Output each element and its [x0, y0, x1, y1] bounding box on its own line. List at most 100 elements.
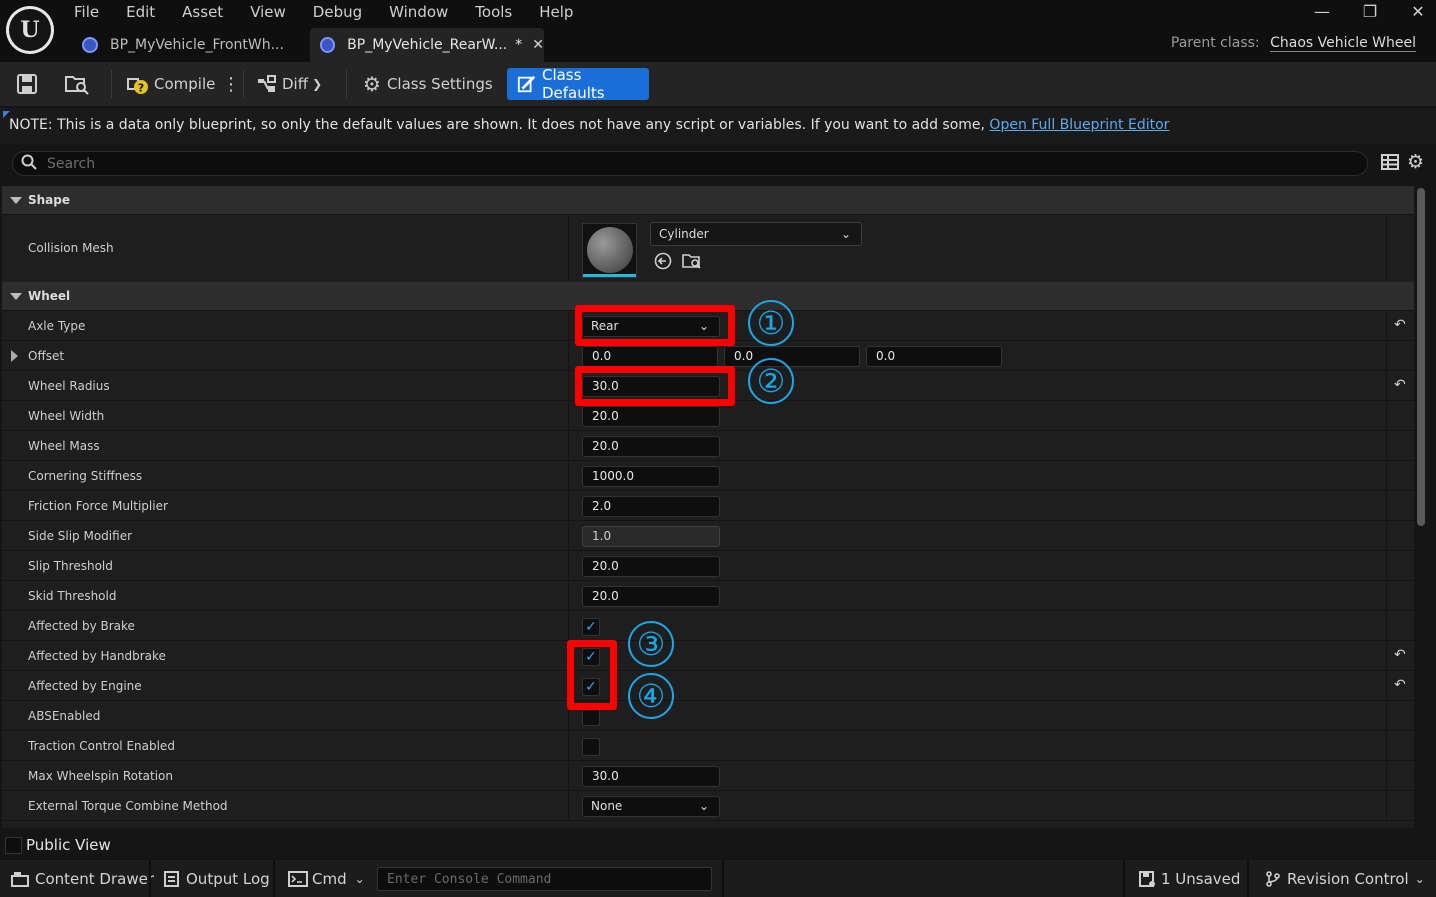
- public-view-checkbox[interactable]: [5, 837, 22, 854]
- property-label: Traction Control Enabled: [28, 739, 175, 753]
- wheel-width-field[interactable]: 20.0: [582, 406, 720, 427]
- property-label: Axle Type: [28, 319, 86, 333]
- collision-mesh-dropdown[interactable]: Cylinder ⌄: [650, 222, 862, 246]
- unreal-logo-icon[interactable]: U: [6, 6, 54, 54]
- row-max-wheelspin-rotation: Max Wheelspin Rotation 30.0: [2, 760, 1414, 790]
- minimize-icon[interactable]: —: [1314, 2, 1330, 21]
- search-input[interactable]: [47, 155, 1247, 172]
- category-shape[interactable]: Shape: [2, 186, 1414, 214]
- category-label: Wheel: [28, 289, 71, 303]
- traction-control-enabled-checkbox[interactable]: [582, 738, 600, 756]
- browse-button[interactable]: [64, 68, 90, 100]
- compile-button[interactable]: ? Compile: [126, 68, 215, 100]
- expand-arrow-icon[interactable]: [11, 350, 18, 362]
- terminal-icon: [288, 871, 308, 887]
- tab-front-wheel[interactable]: BP_MyVehicle_FrontWh...: [72, 28, 304, 62]
- property-label: Affected by Handbrake: [28, 649, 166, 663]
- modified-indicator: *: [515, 37, 523, 53]
- collapse-arrow-icon[interactable]: [10, 197, 22, 204]
- external-torque-combine-method-dropdown[interactable]: None ⌄: [582, 796, 720, 817]
- menu-help[interactable]: Help: [539, 2, 573, 24]
- content-drawer-icon: [11, 872, 29, 887]
- status-bar: Content Drawer Output Log Cmd ⌄ 1 Unsave…: [0, 859, 1436, 897]
- friction-force-multiplier-field[interactable]: 2.0: [582, 496, 720, 517]
- class-defaults-button[interactable]: Class Defaults: [507, 66, 649, 102]
- details-panel: Shape Collision Mesh Cylinder ⌄ Wheel Ax…: [2, 186, 1414, 828]
- content-drawer-button[interactable]: Content Drawer: [10, 860, 154, 897]
- reset-to-default-icon[interactable]: ↶: [1394, 647, 1406, 663]
- reset-to-default-icon[interactable]: ↶: [1394, 677, 1406, 693]
- browse-asset-icon[interactable]: [682, 252, 702, 274]
- collapse-arrow-icon[interactable]: [10, 293, 22, 300]
- offset-y-field[interactable]: 0.0: [724, 346, 860, 367]
- mesh-tools: [654, 252, 702, 274]
- unsaved-button[interactable]: 1 Unsaved: [1138, 860, 1240, 897]
- branch-icon: [1266, 871, 1280, 887]
- parent-class: Parent class: Chaos Vehicle Wheel: [1170, 35, 1416, 52]
- menu-asset[interactable]: Asset: [182, 2, 223, 24]
- menu-window[interactable]: Window: [389, 2, 448, 24]
- blueprint-icon: [320, 37, 336, 53]
- cmd-selector[interactable]: Cmd ⌄: [288, 860, 365, 897]
- close-window-icon[interactable]: ✕: [1410, 2, 1426, 21]
- cornering-stiffness-field[interactable]: 1000.0: [582, 466, 720, 487]
- property-label: Side Slip Modifier: [28, 529, 133, 543]
- highlight-axle-type: [575, 305, 735, 346]
- property-label: Friction Force Multiplier: [28, 499, 168, 513]
- property-label: Skid Threshold: [28, 589, 117, 603]
- parent-class-label: Parent class:: [1170, 35, 1260, 51]
- output-log-label: Output Log: [186, 870, 270, 888]
- reset-to-default-icon[interactable]: ↶: [1394, 377, 1406, 393]
- property-label: Max Wheelspin Rotation: [28, 769, 174, 783]
- title-bar: U File Edit Asset View Debug Window Tool…: [0, 0, 1436, 62]
- menu-file[interactable]: File: [74, 2, 99, 24]
- offset-z-field[interactable]: 0.0: [866, 346, 1002, 367]
- console-command-input[interactable]: [378, 868, 711, 891]
- parent-class-link[interactable]: Chaos Vehicle Wheel: [1270, 35, 1416, 52]
- affected-by-brake-checkbox[interactable]: ✓: [582, 618, 600, 636]
- unsaved-save-icon: [1139, 871, 1155, 887]
- property-matrix-icon[interactable]: [1381, 154, 1399, 175]
- output-log-button[interactable]: Output Log: [163, 860, 270, 897]
- use-selected-icon[interactable]: [654, 252, 672, 274]
- side-slip-modifier-slider[interactable]: 1.0: [582, 526, 720, 547]
- settings-gear-icon[interactable]: ⚙: [1407, 151, 1424, 173]
- reset-to-default-icon[interactable]: ↶: [1394, 317, 1406, 333]
- menu-tools[interactable]: Tools: [475, 2, 512, 24]
- save-icon: [17, 74, 37, 94]
- category-label: Shape: [28, 193, 71, 207]
- highlight-wheel-radius: [575, 366, 735, 406]
- diff-button[interactable]: Diff ❯: [256, 68, 322, 100]
- property-label: Wheel Radius: [28, 379, 110, 393]
- skid-threshold-field[interactable]: 20.0: [582, 586, 720, 607]
- menu-bar: File Edit Asset View Debug Window Tools …: [74, 2, 600, 24]
- menu-view[interactable]: View: [250, 2, 286, 24]
- revision-control-button[interactable]: Revision Control ⌄: [1264, 860, 1425, 897]
- row-affected-by-handbrake: Affected by Handbrake ✓ ↶: [2, 640, 1414, 670]
- notice-corner-marker: [3, 111, 10, 118]
- class-settings-button[interactable]: ⚙ Class Settings: [363, 68, 493, 100]
- row-traction-control-enabled: Traction Control Enabled: [2, 730, 1414, 760]
- compile-options-icon[interactable]: ⋮: [222, 68, 240, 100]
- mesh-thumbnail[interactable]: [582, 223, 637, 278]
- property-label: Affected by Engine: [28, 679, 142, 693]
- chevron-down-icon: ⌄: [354, 872, 365, 886]
- row-wheel-mass: Wheel Mass 20.0: [2, 430, 1414, 460]
- slip-threshold-field[interactable]: 20.0: [582, 556, 720, 577]
- chevron-down-icon: ⌄: [698, 799, 709, 813]
- tab-rear-wheel[interactable]: BP_MyVehicle_RearW... * ✕: [310, 28, 544, 62]
- restore-icon[interactable]: ❐: [1362, 2, 1378, 21]
- open-full-blueprint-editor-link[interactable]: Open Full Blueprint Editor: [989, 117, 1169, 133]
- property-label: Collision Mesh: [28, 241, 114, 255]
- menu-edit[interactable]: Edit: [126, 2, 155, 24]
- save-button[interactable]: [16, 68, 38, 100]
- property-label: External Torque Combine Method: [28, 799, 228, 813]
- offset-x-field[interactable]: 0.0: [582, 346, 718, 367]
- abs-enabled-checkbox[interactable]: [582, 708, 600, 726]
- max-wheelspin-rotation-field[interactable]: 30.0: [582, 766, 720, 787]
- wheel-mass-field[interactable]: 20.0: [582, 436, 720, 457]
- menu-debug[interactable]: Debug: [313, 2, 362, 24]
- close-tab-icon[interactable]: ✕: [532, 37, 544, 53]
- details-scrollbar[interactable]: [1417, 188, 1425, 526]
- public-view-bar: Public View: [0, 832, 1436, 858]
